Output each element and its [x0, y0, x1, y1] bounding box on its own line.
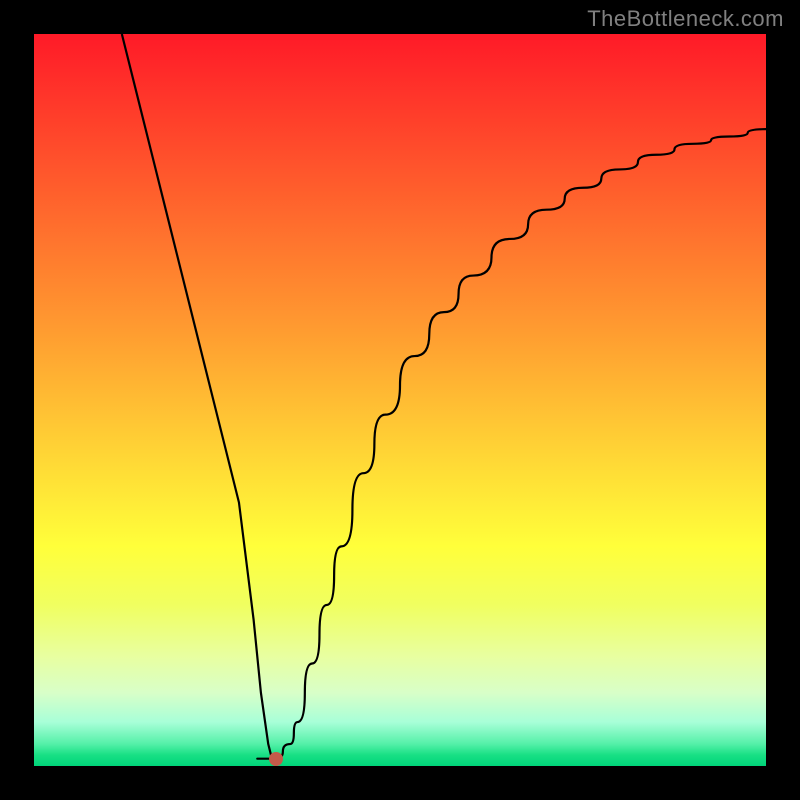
data-curve: [122, 34, 766, 759]
plot-area: [34, 34, 766, 766]
line-layer: [34, 34, 766, 766]
chart-frame: TheBottleneck.com: [0, 0, 800, 800]
watermark-text: TheBottleneck.com: [587, 6, 784, 32]
marker-dot: [269, 752, 283, 766]
